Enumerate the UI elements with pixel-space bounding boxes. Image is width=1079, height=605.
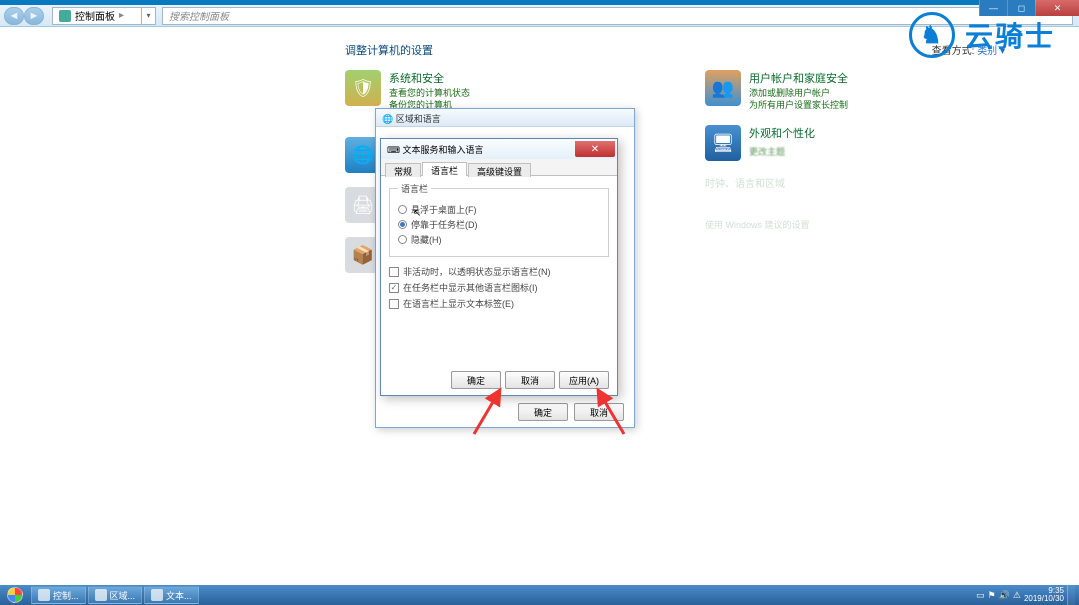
taskbar-item[interactable]: 区域... — [88, 586, 143, 604]
tray-volume-icon[interactable]: 🔊 — [999, 590, 1010, 601]
checkbox-transparent[interactable]: 非活动时，以透明状态显示语言栏(N) — [389, 265, 609, 278]
task-link[interactable]: 查看您的计算机状态 — [389, 87, 470, 99]
cancel-button[interactable]: 取消 — [505, 371, 555, 389]
category-link[interactable]: 外观和个性化 — [749, 125, 815, 141]
radio-hidden[interactable]: 隐藏(H) — [398, 233, 600, 246]
clock[interactable]: 9:352019/10/30 — [1024, 587, 1064, 603]
view-mode[interactable]: 查看方式: 类别 ▾ — [932, 42, 1005, 58]
taskbar-item[interactable]: 控制... — [31, 586, 86, 604]
appearance-icon: 🖥 — [705, 125, 741, 161]
breadcrumb[interactable]: 控制面板▸ — [52, 7, 142, 25]
taskbar: 控制... 区域... 文本... ▭ ⚑ 🔊 ⚠ 9:352019/10/30 — [0, 585, 1079, 605]
address-bar: ◄ ► 控制面板▸ ▾ 搜索控制面板 — [0, 5, 1079, 27]
annotation-arrow — [468, 384, 508, 440]
system-security-icon: 🛡 — [345, 70, 381, 106]
tab-general[interactable]: 常规 — [385, 163, 421, 177]
show-desktop[interactable] — [1067, 585, 1075, 605]
search-input[interactable]: 搜索控制面板 — [162, 7, 1073, 25]
maximize-button[interactable]: ◻ — [1007, 0, 1035, 16]
radio-taskbar[interactable]: 停靠于任务栏(D) — [398, 218, 600, 231]
tab-language-bar[interactable]: 语言栏 — [422, 162, 467, 176]
tab-advanced[interactable]: 高级键设置 — [468, 163, 531, 177]
dialog-title: 🌐 区域和语言 — [376, 109, 634, 127]
forward-button[interactable]: ► — [24, 7, 44, 25]
category-link[interactable]: 系统和安全 — [389, 70, 470, 86]
tray-lang-icon[interactable]: ▭ — [976, 590, 985, 601]
checkbox-extra-icons[interactable]: ✓在任务栏中显示其他语言栏图标(I) — [389, 281, 609, 294]
checkbox-text-labels[interactable]: 在语言栏上显示文本标签(E) — [389, 297, 609, 310]
breadcrumb-dropdown[interactable]: ▾ — [142, 7, 156, 25]
close-button[interactable]: ✕ — [1035, 0, 1079, 16]
task-link[interactable]: 为所有用户设置家长控制 — [749, 99, 848, 111]
category-link[interactable]: 用户帐户和家庭安全 — [749, 70, 848, 86]
start-button[interactable] — [0, 585, 30, 605]
minimize-button[interactable]: — — [979, 0, 1007, 16]
text-services-dialog: ⌨ 文本服务和输入语言 ✕ 常规 语言栏 高级键设置 语言栏 悬浮于桌面上(F)… — [380, 138, 618, 396]
ok-button[interactable]: 确定 — [518, 403, 568, 421]
tray-flag-icon[interactable]: ⚑ — [988, 590, 996, 601]
tray-network-icon[interactable]: ⚠ — [1013, 590, 1021, 601]
page-title: 调整计算机的设置 — [345, 42, 433, 58]
fieldset-label: 语言栏 — [398, 182, 431, 195]
back-button[interactable]: ◄ — [4, 7, 24, 25]
task-link[interactable]: 添加或删除用户帐户 — [749, 87, 848, 99]
taskbar-item[interactable]: 文本... — [144, 586, 199, 604]
annotation-arrow — [590, 384, 630, 440]
close-icon[interactable]: ✕ — [575, 141, 615, 157]
radio-float[interactable]: 悬浮于桌面上(F) — [398, 203, 600, 216]
dialog-title: ⌨ 文本服务和输入语言 — [387, 143, 484, 156]
users-icon: 👥 — [705, 70, 741, 106]
